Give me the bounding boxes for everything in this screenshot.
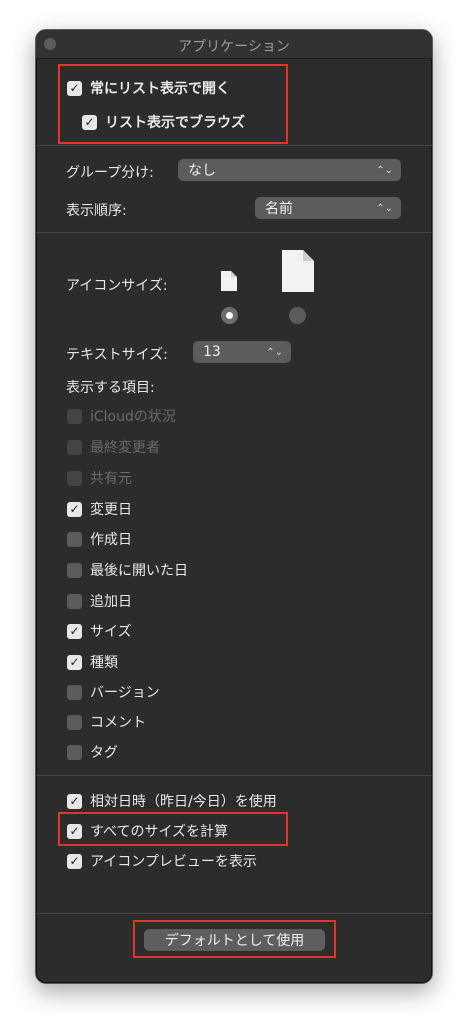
divider — [36, 145, 432, 146]
column-option-version[interactable]: バージョン — [67, 682, 160, 702]
checkbox-icon[interactable] — [67, 531, 82, 547]
icon-size-label: アイコンサイズ: — [66, 278, 168, 294]
checkbox-icon[interactable] — [67, 593, 82, 609]
option-label: 最終変更者 — [90, 440, 160, 456]
updown-chevron-icon: ⌃⌄ — [266, 346, 283, 358]
checkbox-icon[interactable] — [67, 562, 82, 578]
sort-by-popup[interactable]: 名前 ⌃⌄ — [255, 197, 401, 219]
option-label: 最後に開いた日 — [90, 563, 188, 579]
window-title: アプリケーション — [178, 39, 290, 55]
text-size-popup[interactable]: 13 ⌃⌄ — [193, 341, 291, 363]
checkbox-checked-icon[interactable]: ✓ — [67, 793, 82, 809]
option-label: 共有元 — [90, 471, 132, 487]
sort-by-label: 表示順序: — [66, 203, 127, 219]
option-label: 相対日時（昨日/今日）を使用 — [90, 794, 277, 810]
updown-chevron-icon: ⌃⌄ — [376, 164, 393, 176]
column-option-icloud-status: iCloudの状況 — [67, 406, 176, 426]
divider — [36, 232, 432, 233]
column-option-last-modified-by: 最終変更者 — [67, 437, 160, 457]
show-icon-preview-option[interactable]: ✓ アイコンプレビューを表示 — [67, 851, 257, 871]
checkbox-checked-icon[interactable]: ✓ — [67, 654, 82, 670]
option-label: iCloudの状況 — [90, 409, 176, 425]
column-option-tags[interactable]: タグ — [67, 742, 118, 762]
checkbox-icon — [67, 408, 82, 424]
option-label: バージョン — [90, 685, 160, 701]
checkbox-icon[interactable] — [67, 684, 82, 700]
divider — [36, 913, 432, 914]
column-option-date-added[interactable]: 追加日 — [67, 591, 132, 611]
column-option-shared-by: 共有元 — [67, 468, 132, 488]
checkbox-checked-icon[interactable]: ✓ — [67, 501, 82, 517]
group-by-value: なし — [188, 163, 216, 179]
highlight-box-default-button — [133, 920, 336, 958]
title-bar: アプリケーション — [36, 30, 432, 59]
icon-size-large-radio[interactable] — [289, 307, 306, 324]
highlight-box-calculate-sizes — [58, 812, 288, 846]
option-label: アイコンプレビューを表示 — [90, 854, 257, 870]
columns-heading: 表示する項目: — [66, 380, 155, 396]
column-option-last-opened[interactable]: 最後に開いた日 — [67, 560, 188, 580]
icon-size-small-radio[interactable] — [221, 307, 238, 324]
column-option-date-created[interactable]: 作成日 — [67, 529, 132, 549]
sort-by-value: 名前 — [265, 201, 293, 217]
checkbox-icon — [67, 470, 82, 486]
divider — [36, 775, 432, 776]
column-option-comments[interactable]: コメント — [67, 712, 146, 732]
option-label: 変更日 — [90, 502, 132, 518]
updown-chevron-icon: ⌃⌄ — [376, 202, 393, 214]
checkbox-icon[interactable] — [67, 744, 82, 760]
group-by-popup[interactable]: なし ⌃⌄ — [178, 159, 401, 181]
column-option-date-modified[interactable]: ✓ 変更日 — [67, 499, 132, 519]
checkbox-icon[interactable] — [67, 714, 82, 730]
text-size-label: テキストサイズ: — [66, 347, 168, 363]
small-document-icon — [221, 271, 237, 291]
option-label: サイズ — [90, 624, 132, 640]
checkbox-checked-icon[interactable]: ✓ — [67, 623, 82, 639]
option-label: タグ — [90, 745, 118, 761]
column-option-kind[interactable]: ✓ 種類 — [67, 652, 118, 672]
option-label: 作成日 — [90, 532, 132, 548]
column-option-size[interactable]: ✓ サイズ — [67, 621, 132, 641]
text-size-value: 13 — [203, 344, 221, 360]
large-document-icon — [282, 250, 314, 292]
option-label: 種類 — [90, 655, 118, 671]
option-label: コメント — [90, 715, 146, 731]
group-by-label: グループ分け: — [66, 165, 154, 181]
option-label: 追加日 — [90, 594, 132, 610]
checkbox-checked-icon[interactable]: ✓ — [67, 853, 82, 869]
highlight-box-top-options — [58, 64, 288, 144]
checkbox-icon — [67, 439, 82, 455]
use-relative-dates-option[interactable]: ✓ 相対日時（昨日/今日）を使用 — [67, 791, 277, 811]
